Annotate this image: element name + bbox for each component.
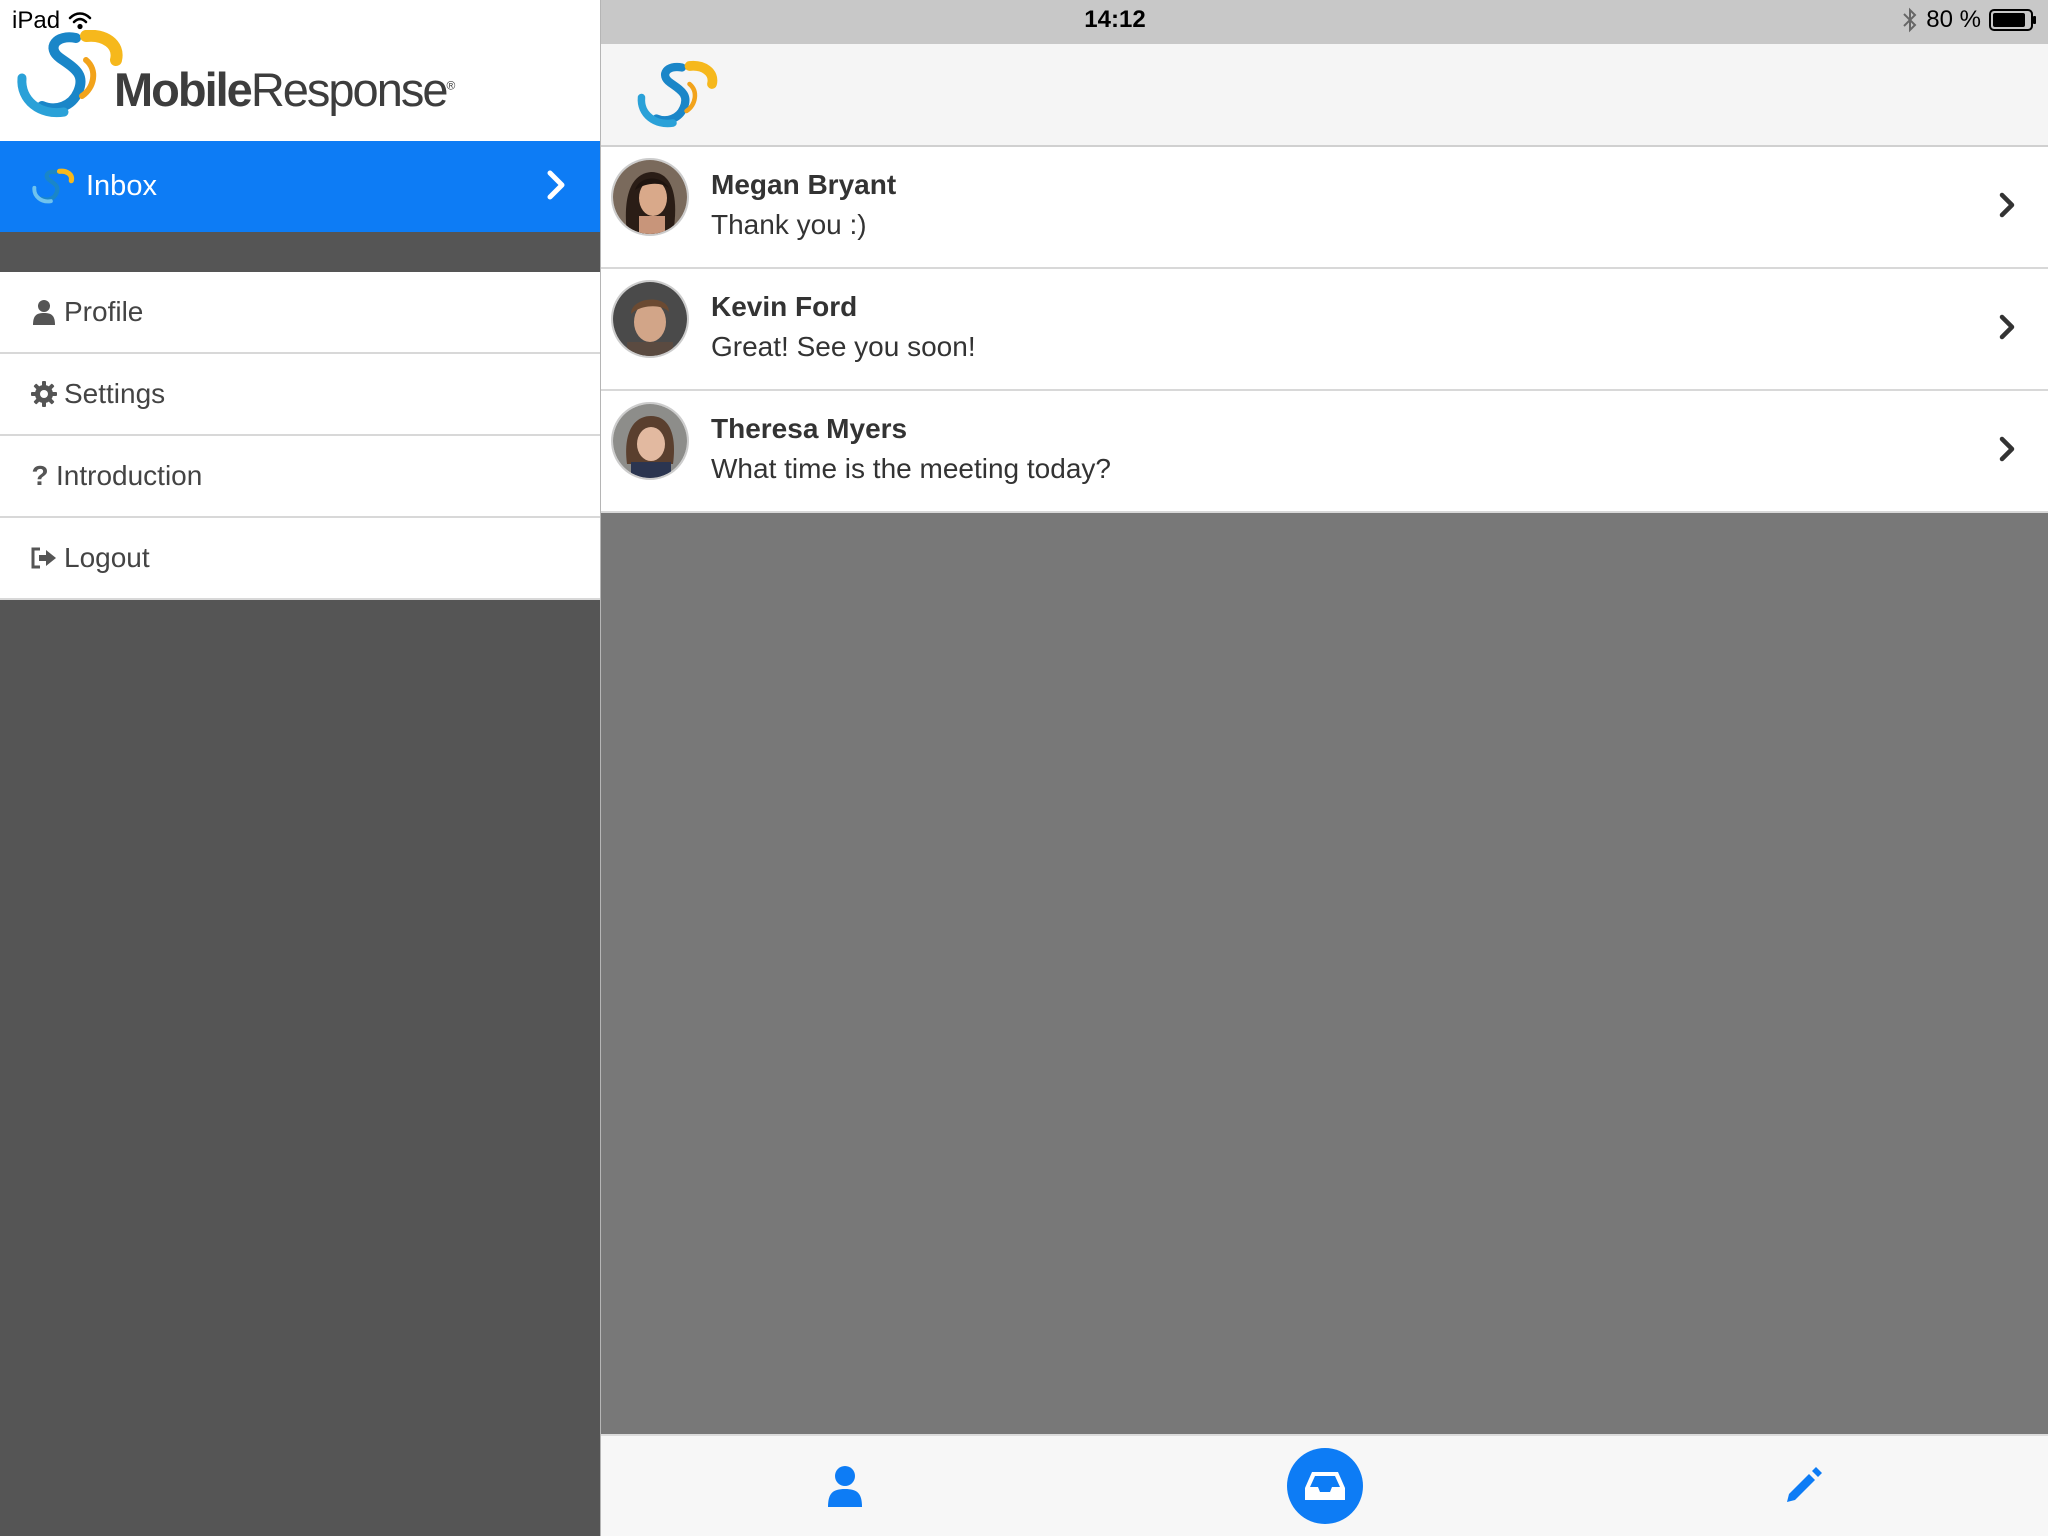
sidebar-item-label: Inbox	[86, 170, 157, 202]
sidebar-item-inbox[interactable]: Inbox	[0, 141, 600, 232]
brand-name-regular: Response	[250, 63, 449, 116]
menu-divider	[0, 232, 600, 272]
pencil-icon	[1787, 1467, 1822, 1502]
inbox-tray-icon	[1305, 1472, 1345, 1500]
status-left: iPad	[12, 6, 92, 36]
mobile-response-logo-small	[32, 168, 75, 203]
sidebar-item-label: Logout	[64, 542, 150, 573]
avatar	[611, 280, 689, 358]
mobile-response-logo	[637, 60, 718, 128]
status-time: 14:12	[1084, 6, 1146, 33]
device-label: iPad	[12, 7, 61, 34]
tab-inbox[interactable]	[1285, 1436, 1365, 1536]
status-bar: 14:12 80 %	[601, 0, 2048, 44]
mobile-response-logo	[17, 30, 123, 118]
tab-profile[interactable]	[805, 1436, 885, 1536]
sidebar-item-label: Introduction	[56, 460, 203, 491]
main-panel: 14:12 80 % Megan Bryant Thank you:) Kev…	[600, 0, 2048, 1536]
status-right: 80 %	[1902, 6, 2037, 34]
battery-percent: 80 %	[1926, 6, 1981, 33]
registered-mark: ®	[446, 78, 455, 93]
chevron-right-icon	[1999, 436, 2015, 462]
chevron-right-icon	[1999, 314, 2015, 340]
brand-name: MobileResponse®	[114, 62, 455, 117]
message-row[interactable]: Megan Bryant Thank you :)	[601, 147, 2048, 269]
message-list: Megan Bryant Thank you :) Kevin Ford Gre…	[601, 147, 2048, 513]
gear-icon	[30, 380, 58, 408]
active-tab-indicator	[1287, 1448, 1363, 1524]
avatar	[611, 158, 689, 236]
sidebar-item-label: Settings	[64, 378, 166, 409]
user-icon	[828, 1466, 862, 1507]
chevron-right-icon	[547, 170, 565, 200]
sidebar-menu: Profile Settings ? Introduction Logout	[0, 272, 600, 600]
sidebar-item-profile[interactable]: Profile	[0, 272, 600, 354]
message-preview: Thank you :)	[711, 209, 867, 240]
question-icon: ?	[31, 460, 49, 491]
bluetooth-icon	[1903, 7, 1917, 33]
sidebar-item-introduction[interactable]: ? Introduction	[0, 436, 600, 518]
tab-compose[interactable]	[1763, 1436, 1843, 1536]
message-sender: Kevin Ford	[711, 291, 858, 322]
app-header	[601, 44, 2048, 147]
user-icon	[30, 298, 58, 326]
avatar	[611, 402, 689, 480]
tab-bar	[601, 1434, 2048, 1536]
battery-icon	[1989, 9, 2037, 31]
message-preview: Great! See you soon!	[711, 331, 976, 362]
sidebar-item-settings[interactable]: Settings	[0, 354, 600, 436]
message-row[interactable]: Kevin Ford Great! See you soon!	[601, 269, 2048, 391]
logout-icon	[30, 544, 58, 572]
brand-header: MobileResponse® iPad	[0, 0, 600, 141]
sidebar-item-logout[interactable]: Logout	[0, 518, 600, 600]
message-preview: What time is the meeting today?	[711, 453, 1111, 484]
message-row[interactable]: Theresa Myers What time is the meeting t…	[601, 391, 2048, 513]
chevron-right-icon	[1999, 192, 2015, 218]
brand-name-bold: Mobile	[114, 63, 253, 116]
sidebar: MobileResponse® iPad Inbox Profile Setti…	[0, 0, 600, 1536]
message-sender: Megan Bryant	[711, 169, 897, 200]
wifi-icon	[68, 11, 92, 31]
message-sender: Theresa Myers	[711, 413, 908, 444]
sidebar-item-label: Profile	[64, 296, 144, 327]
